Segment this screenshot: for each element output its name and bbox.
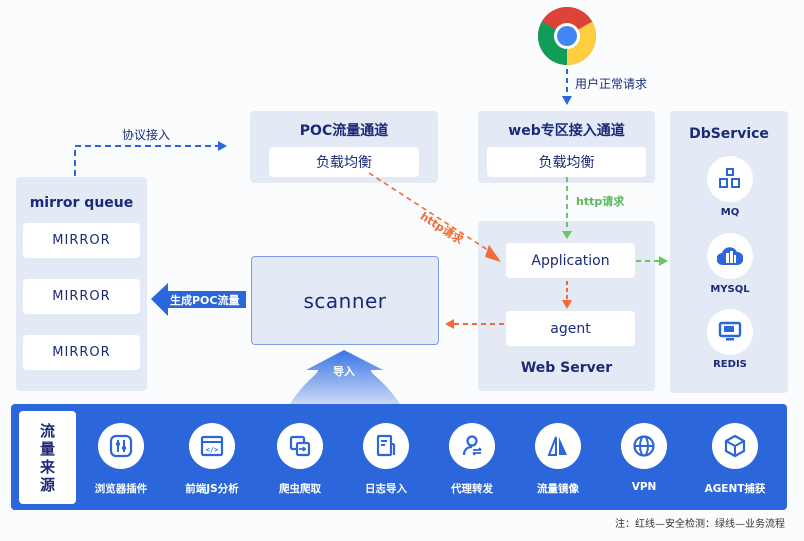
source-label: 代理转发 xyxy=(451,483,493,495)
poc-channel-title: POC流量通道 xyxy=(299,123,389,139)
mirror-triangle-icon xyxy=(547,436,567,456)
poc-channel-panel: POC流量通道 负载均衡 xyxy=(250,111,438,183)
application-box[interactable]: Application xyxy=(506,243,635,278)
code-window-icon: </> xyxy=(200,435,224,457)
user-forward-icon xyxy=(462,435,482,456)
mirror-item[interactable]: MIRROR xyxy=(23,223,140,258)
scanner-label: scanner xyxy=(303,288,387,313)
import-label: 导入 xyxy=(333,365,355,378)
mirror-queue-panel: mirror queue MIRROR MIRROR MIRROR xyxy=(16,177,147,391)
monitor-icon xyxy=(718,321,742,341)
title-char: 量 xyxy=(39,439,55,458)
generate-poc-label: 生成POC流量 xyxy=(170,294,240,307)
chrome-icon xyxy=(537,6,597,66)
crawl-transfer-icon xyxy=(289,435,311,457)
mirror-queue-title: mirror queue xyxy=(29,195,134,211)
source-label: VPN xyxy=(631,481,657,493)
db-service-panel: DbService MQ MYSQL REDIS xyxy=(670,111,788,393)
db-item-label: MYSQL xyxy=(710,284,750,295)
agent-box[interactable]: agent xyxy=(506,311,635,346)
db-item-mysql[interactable] xyxy=(707,233,753,279)
web-server-panel: Application agent Web Server xyxy=(478,221,655,391)
green-http-label: http请求 xyxy=(576,195,625,208)
source-label: 流量镜像 xyxy=(537,483,579,495)
user-request-label: 用户正常请求 xyxy=(575,77,648,91)
title-char: 源 xyxy=(39,475,55,494)
mirror-item[interactable]: MIRROR xyxy=(23,279,140,314)
source-label: 日志导入 xyxy=(365,483,407,495)
db-service-title: DbService xyxy=(689,126,769,142)
db-item-redis[interactable] xyxy=(707,309,753,355)
source-item-vpn[interactable]: VPN xyxy=(599,423,689,493)
db-item-label: MQ xyxy=(720,207,740,218)
title-char: 来 xyxy=(39,457,55,476)
poc-load-balancer[interactable]: 负载均衡 xyxy=(269,147,419,177)
source-item-js-analysis[interactable]: </> 前端JS分析 xyxy=(167,423,257,496)
source-item-log-import[interactable]: 日志导入 xyxy=(341,423,431,496)
web-channel-panel: web专区接入通道 负载均衡 xyxy=(478,111,655,183)
source-label: 浏览器插件 xyxy=(94,483,148,495)
db-item-mq[interactable] xyxy=(707,156,753,202)
cloud-database-icon xyxy=(717,247,743,266)
legend-note: 注：红线—安全检测：绿线—业务流程 xyxy=(615,519,785,530)
title-char: 流 xyxy=(39,421,55,440)
svg-text:</>: </> xyxy=(206,446,219,454)
source-label: 前端JS分析 xyxy=(185,483,239,495)
protocol-access-label: 协议接入 xyxy=(122,128,171,142)
sliders-icon xyxy=(109,434,133,458)
mirror-item[interactable]: MIRROR xyxy=(23,335,140,370)
source-item-traffic-mirror[interactable]: 流量镜像 xyxy=(513,423,603,496)
traffic-source-title: 流 量 来 源 xyxy=(19,411,76,504)
protocol-access-arrow xyxy=(74,141,227,176)
source-label: AGENT捕获 xyxy=(704,483,766,495)
source-item-browser-plugin[interactable]: 浏览器插件 xyxy=(76,423,166,496)
web-load-balancer[interactable]: 负载均衡 xyxy=(487,147,646,177)
source-item-agent-capture[interactable]: AGENT捕获 xyxy=(690,423,780,496)
source-item-proxy-forward[interactable]: 代理转发 xyxy=(427,423,517,496)
db-item-label: REDIS xyxy=(713,359,747,370)
scanner-box[interactable]: scanner xyxy=(251,256,439,345)
source-label: 爬虫爬取 xyxy=(279,483,321,495)
cubes-icon xyxy=(719,168,740,188)
web-channel-title: web专区接入通道 xyxy=(508,123,625,139)
document-icon xyxy=(376,434,396,457)
web-server-title: Web Server xyxy=(520,360,613,376)
cube-icon xyxy=(724,434,746,458)
globe-icon xyxy=(633,435,655,457)
source-item-crawler[interactable]: 爬虫爬取 xyxy=(255,423,345,496)
user-request-arrow xyxy=(562,69,572,105)
red-http-label: http请求 xyxy=(417,209,466,247)
